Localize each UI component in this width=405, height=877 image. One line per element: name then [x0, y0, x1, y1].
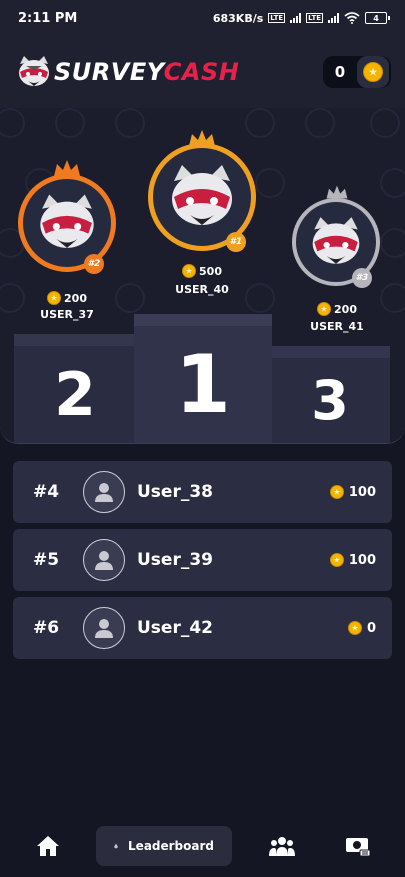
nav-cashout[interactable] — [340, 826, 376, 866]
raccoon-logo-icon — [19, 56, 49, 86]
coin-icon — [363, 62, 383, 82]
logo-cash: CASH — [163, 58, 240, 86]
leaderboard-medal-icon: ★ — [114, 843, 118, 849]
status-time: 2:11 PM — [18, 10, 78, 26]
volte-icon-2: LTE — [306, 13, 323, 23]
list-item[interactable]: #5 User_39 100 — [13, 529, 392, 591]
net-speed: 683KB/s — [212, 11, 264, 25]
user-points: 100 — [329, 485, 376, 500]
raccoon-avatar-icon — [40, 194, 94, 248]
rank-badge-second: #2 — [84, 254, 104, 274]
podium-third[interactable]: #3 — [290, 184, 384, 294]
battery-icon: 4 — [365, 12, 390, 24]
nav-leaderboard[interactable]: ★ Leaderboard — [96, 826, 232, 866]
podium-block-first: 1 — [134, 314, 272, 443]
points-third: 200 — [290, 302, 384, 316]
podium-block-second: 2 — [14, 334, 136, 443]
podium-first[interactable]: #1 — [146, 128, 258, 258]
logo-text: SURVEYCASH — [54, 58, 239, 86]
signal-icon-2 — [328, 13, 339, 23]
app-logo: SURVEYCASH — [16, 54, 239, 90]
coin-icon — [47, 291, 62, 305]
bottom-nav: ★ Leaderboard — [0, 817, 405, 877]
app-header: SURVEYCASH 0 — [0, 36, 405, 108]
volte-icon: LTE — [268, 13, 286, 23]
rank-number: #5 — [33, 550, 60, 570]
raccoon-avatar-icon — [172, 165, 232, 225]
podium-block-third: 3 — [270, 346, 390, 443]
coin-icon — [347, 621, 362, 635]
nav-community[interactable] — [264, 826, 300, 866]
rank-badge-first: #1 — [226, 232, 246, 252]
coin-icon — [182, 264, 197, 278]
group-icon — [269, 837, 295, 856]
coin-button[interactable] — [357, 56, 389, 88]
username-second: USER_37 — [40, 308, 94, 321]
home-icon — [37, 836, 59, 856]
podium-second[interactable]: #2 — [16, 158, 118, 278]
nav-home[interactable] — [30, 826, 66, 866]
list-item[interactable]: #4 User_38 100 — [13, 461, 392, 523]
user-avatar-icon — [83, 607, 125, 649]
user-avatar-icon — [83, 471, 125, 513]
points-first: 500 — [146, 264, 258, 278]
podium-section: #2 200 USER_37 #1 500 USER_40 — [0, 108, 405, 444]
username: User_39 — [137, 550, 213, 570]
coin-icon — [317, 302, 332, 316]
nav-leaderboard-label: Leaderboard — [128, 839, 214, 853]
rank-badge-third: #3 — [352, 268, 372, 288]
username: User_38 — [137, 482, 213, 502]
user-points: 100 — [329, 553, 376, 568]
user-points: 0 — [347, 621, 376, 636]
signal-icon — [290, 13, 302, 23]
status-bar: 2:11 PM 683KB/s LTE LTE 4 — [0, 0, 405, 36]
coin-balance: 0 — [334, 63, 346, 81]
coin-icon — [329, 553, 344, 567]
cash-icon — [346, 838, 371, 857]
raccoon-avatar-icon — [312, 217, 360, 264]
list-item[interactable]: #6 User_42 0 — [13, 597, 392, 659]
username: User_42 — [137, 618, 213, 638]
wifi-icon — [344, 12, 360, 24]
user-avatar-icon — [83, 539, 125, 581]
logo-survey: SURVEY — [54, 58, 164, 86]
coin-icon — [329, 485, 344, 499]
username-third: USER_41 — [310, 320, 364, 333]
username-first: USER_40 — [175, 283, 229, 296]
rank-number: #6 — [33, 618, 60, 638]
coin-balance-pill[interactable]: 0 — [323, 56, 391, 88]
points-second: 200 — [16, 291, 118, 305]
rank-number: #4 — [33, 482, 60, 502]
